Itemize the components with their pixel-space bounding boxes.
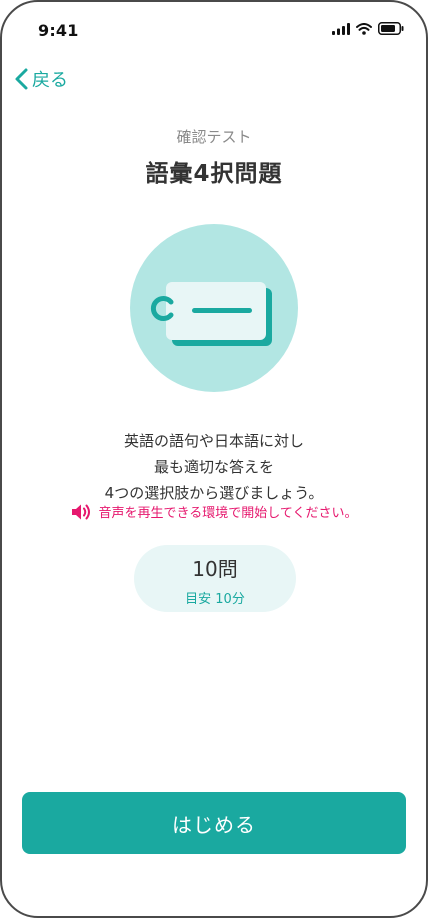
battery-icon (378, 22, 404, 35)
sound-notice: 音声を再生できる環境で開始してください。 (2, 502, 426, 521)
instruction-line: 英語の語句や日本語に対し (123, 432, 304, 450)
page-title: 語彙4択問題 (145, 161, 283, 187)
page-subtitle: 確認テスト (176, 128, 252, 146)
status-time: 9:41 (38, 21, 79, 40)
instruction-line: 最も適切な答えを (153, 458, 274, 476)
test-info-pill: 10問 目安 10分 (134, 545, 296, 612)
back-button[interactable]: 戻る (14, 66, 68, 92)
status-bar: 9:41 (2, 2, 426, 54)
wifi-icon (356, 22, 372, 35)
sound-notice-text: 音声を再生できる環境で開始してください。 (98, 506, 358, 521)
instructions: 英語の語句や日本語に対し 最も適切な答えを 4つの選択肢から選びましょう。 (2, 428, 426, 506)
back-label: 戻る (32, 70, 68, 91)
illustration (130, 224, 298, 392)
time-estimate: 目安 10分 (185, 592, 245, 607)
phone-frame: 9:41 戻る 確認テスト 語彙4択問題 英語の語句や日本語に対し 最も適切な答… (0, 0, 428, 918)
start-button[interactable]: はじめる (22, 792, 406, 854)
chevron-left-icon (15, 68, 28, 90)
card-tag-icon (150, 282, 272, 346)
question-count: 10問 (192, 557, 238, 581)
signal-icon (332, 22, 350, 35)
speaker-icon (71, 504, 90, 519)
status-icons (332, 22, 404, 35)
